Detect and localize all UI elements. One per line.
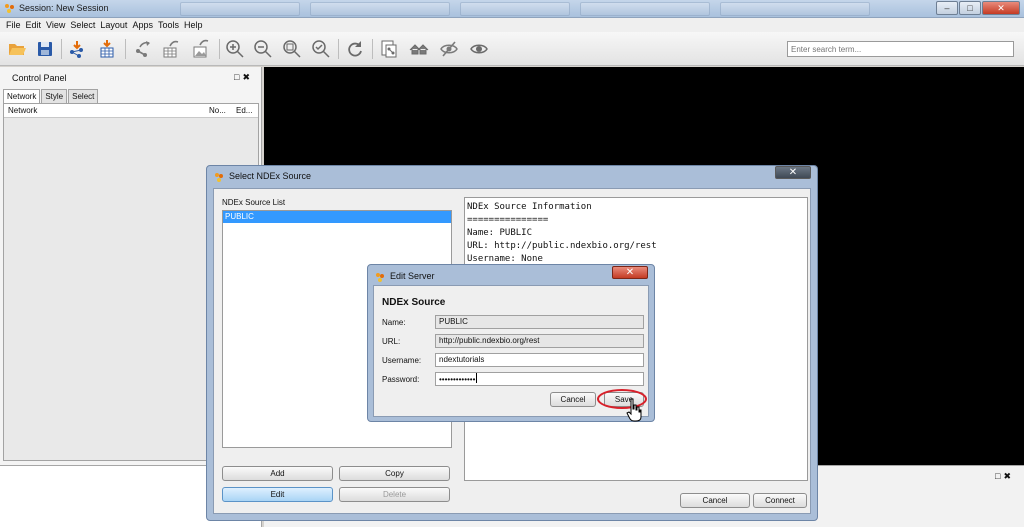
close-window-button[interactable]: ✕	[982, 1, 1020, 15]
toolbar-separator	[125, 39, 126, 59]
control-panel-title: Control Panel	[12, 73, 67, 83]
cancel-button[interactable]: Cancel	[680, 493, 750, 508]
password-field[interactable]: •••••••••••••	[435, 372, 644, 386]
zoom-fit-icon[interactable]	[281, 39, 303, 59]
maximize-button[interactable]: □	[959, 1, 981, 15]
menu-tools[interactable]: Tools	[156, 18, 182, 32]
source-list-label: NDEx Source List	[222, 198, 286, 207]
ghost-tab	[720, 2, 870, 16]
toolbar-separator	[61, 39, 62, 59]
delete-button[interactable]: Delete	[339, 487, 450, 502]
list-item[interactable]: PUBLIC	[223, 211, 451, 223]
window-controls: – □ ✕	[936, 1, 1020, 16]
search-input[interactable]	[787, 41, 1014, 57]
cytoscape-app-icon	[5, 4, 14, 13]
password-value: •••••••••••••	[439, 375, 476, 384]
add-button[interactable]: Add	[222, 466, 333, 481]
save-session-icon[interactable]	[34, 39, 56, 59]
copy-button[interactable]: Copy	[339, 466, 450, 481]
close-panel-icon[interactable]: ✖	[242, 72, 253, 82]
refresh-icon[interactable]	[344, 39, 366, 59]
info-line: URL: http://public.ndexbio.org/rest	[467, 241, 657, 251]
show-icon[interactable]	[468, 39, 490, 59]
export-table-icon[interactable]	[160, 39, 182, 59]
close-panel-icon[interactable]: ✖	[1003, 471, 1014, 481]
close-dialog-button[interactable]: ✕	[775, 166, 811, 179]
network-table-header: Network No... Ed...	[4, 104, 258, 118]
menu-apps[interactable]: Apps	[130, 18, 156, 32]
text-cursor	[476, 373, 478, 383]
import-table-icon[interactable]	[96, 39, 118, 59]
open-session-icon[interactable]	[6, 39, 28, 59]
menu-select[interactable]: Select	[68, 18, 98, 32]
export-network-icon[interactable]	[132, 39, 154, 59]
control-panel-tabs: Network Style Select	[3, 89, 99, 103]
username-field[interactable]: ndextutorials	[435, 353, 644, 367]
menu-bar: File Edit View Select Layout Apps Tools …	[0, 18, 1024, 32]
column-nodes[interactable]: No...	[209, 104, 226, 118]
network-from-selection-icon[interactable]	[378, 39, 400, 59]
import-network-icon[interactable]	[66, 39, 88, 59]
tab-select[interactable]: Select	[68, 89, 99, 103]
title-bar: Session: New Session – □ ✕	[0, 0, 1024, 18]
tab-style[interactable]: Style	[41, 89, 68, 103]
ghost-tab	[580, 2, 710, 16]
hide-icon[interactable]	[438, 39, 460, 59]
hand-cursor-icon	[626, 398, 642, 422]
menu-layout[interactable]: Layout	[98, 18, 130, 32]
tab-network[interactable]: Network	[3, 89, 41, 103]
panel-controls: □✖	[234, 72, 253, 83]
zoom-in-icon[interactable]	[224, 39, 246, 59]
ghost-tab	[180, 2, 300, 16]
column-network[interactable]: Network	[8, 104, 37, 118]
zoom-out-icon[interactable]	[252, 39, 274, 59]
menu-edit[interactable]: Edit	[24, 18, 45, 32]
password-label: Password:	[382, 375, 420, 384]
info-line: ===============	[467, 215, 549, 225]
cytoscape-app-icon	[376, 273, 384, 282]
toolbar-separator	[219, 39, 220, 59]
window-title: Session: New Session	[19, 3, 109, 13]
section-heading: NDEx Source	[382, 297, 446, 308]
export-image-icon[interactable]	[190, 39, 212, 59]
info-line: Name: PUBLIC	[467, 228, 533, 238]
name-label: Name:	[382, 318, 406, 327]
background-taskbar	[160, 2, 920, 16]
url-label: URL:	[382, 337, 401, 346]
toolbar-separator	[372, 39, 373, 59]
url-field: http://public.ndexbio.org/rest	[435, 334, 644, 348]
cytoscape-app-icon	[215, 173, 223, 182]
ghost-tab	[460, 2, 570, 16]
home-icon[interactable]	[408, 39, 430, 59]
edit-button[interactable]: Edit	[222, 487, 333, 502]
menu-help[interactable]: Help	[182, 18, 206, 32]
column-edges[interactable]: Ed...	[236, 104, 252, 118]
username-label: Username:	[382, 356, 422, 365]
minimize-button[interactable]: –	[936, 1, 958, 15]
dialog-title: Edit Server	[390, 271, 435, 281]
name-field: PUBLIC	[435, 315, 644, 329]
close-dialog-button[interactable]: ✕	[612, 266, 648, 279]
dialog-title: Select NDEx Source	[229, 171, 312, 181]
info-line: NDEx Source Information	[467, 202, 592, 212]
connect-button[interactable]: Connect	[753, 493, 807, 508]
toolbar-separator	[338, 39, 339, 59]
zoom-selected-icon[interactable]	[310, 39, 332, 59]
cancel-button[interactable]: Cancel	[550, 392, 596, 407]
ghost-tab	[310, 2, 450, 16]
menu-view[interactable]: View	[44, 18, 68, 32]
panel-controls: □✖	[995, 471, 1014, 482]
menu-file[interactable]: File	[4, 18, 24, 32]
